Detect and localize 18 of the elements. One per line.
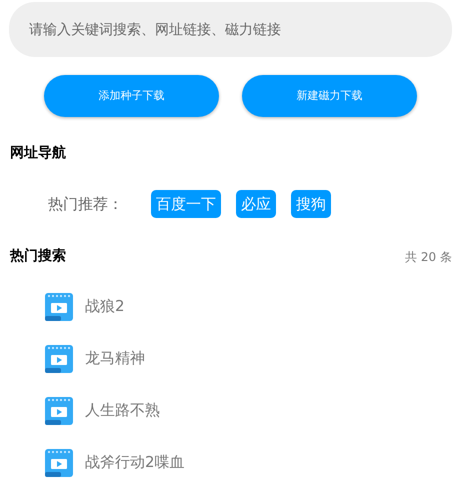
- video-file-icon: [45, 345, 73, 373]
- video-file-icon: [45, 397, 73, 425]
- site-link[interactable]: 百度一下: [151, 190, 221, 218]
- site-link[interactable]: 必应: [236, 190, 276, 218]
- search-item[interactable]: 战狼2: [85, 293, 125, 319]
- download-button[interactable]: 添加种子下载: [44, 75, 219, 117]
- video-file-icon: [45, 293, 73, 321]
- video-file-icon: [45, 449, 73, 477]
- search-item[interactable]: 龙马精神: [85, 345, 145, 371]
- count-label: 共 20 条: [405, 248, 452, 266]
- search-item[interactable]: 人生路不熟: [85, 397, 160, 423]
- site-link[interactable]: 搜狗: [291, 190, 331, 218]
- section-title: 热门搜索: [10, 246, 66, 266]
- search-item[interactable]: 战斧行动2喋血: [85, 449, 185, 475]
- search-field[interactable]: 请输入关键词搜索、网址链接、磁力链接: [9, 2, 452, 57]
- section-title: 网址导航: [10, 144, 67, 163]
- download-button[interactable]: 新建磁力下载: [242, 75, 417, 117]
- recommend-label: 热门推荐：: [48, 194, 123, 215]
